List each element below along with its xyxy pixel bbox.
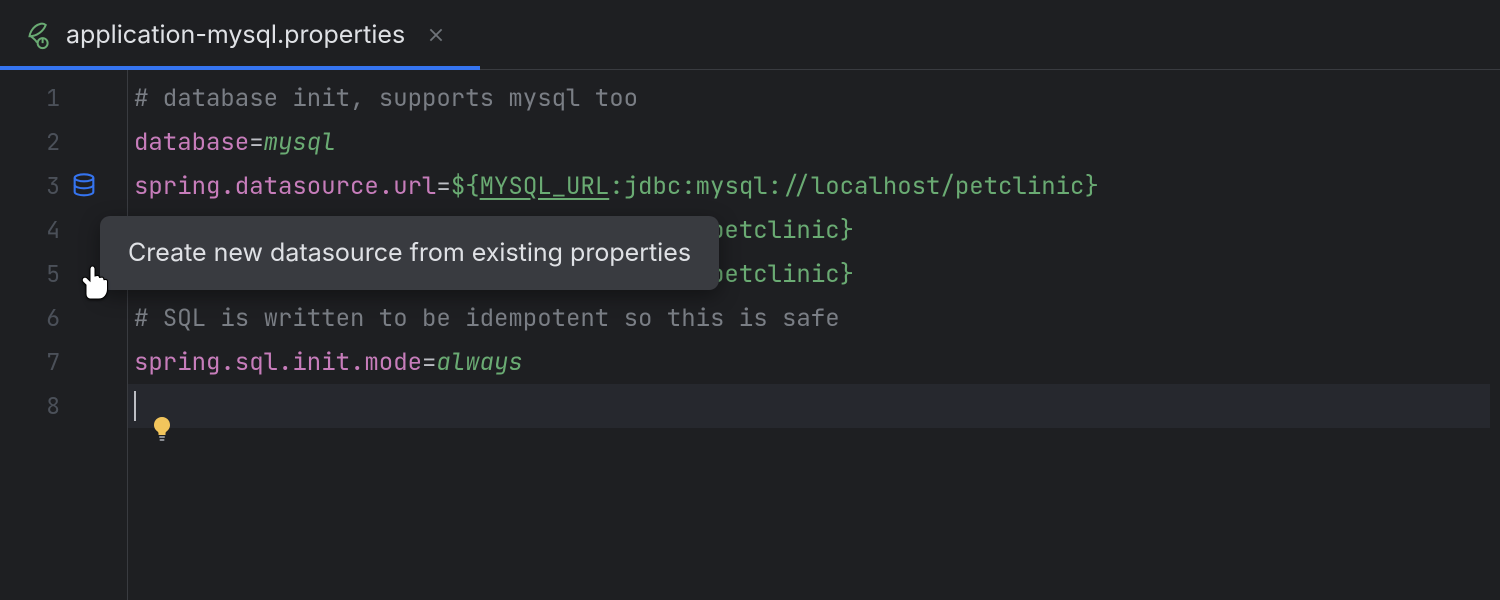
token-comment: # SQL is written to be idempotent so thi… bbox=[134, 303, 840, 334]
gutter: 1 2 3 4 5 6 7 8 bbox=[0, 70, 128, 600]
code-area[interactable]: # database init, supports mysql too datab… bbox=[128, 70, 1500, 600]
code-line[interactable]: # SQL is written to be idempotent so thi… bbox=[128, 296, 1500, 340]
token-br: } bbox=[840, 215, 854, 246]
line-number: 4 bbox=[0, 215, 60, 245]
caret bbox=[134, 391, 136, 421]
file-tab[interactable]: application-mysql.properties bbox=[0, 0, 465, 69]
token-key: database bbox=[134, 127, 249, 158]
line-number: 3 bbox=[0, 171, 60, 201]
gutter-row: 8 bbox=[0, 384, 127, 428]
line-number: 2 bbox=[0, 127, 60, 157]
gutter-row: 1 bbox=[0, 76, 127, 120]
code-line[interactable] bbox=[128, 384, 1490, 428]
code-line[interactable]: spring.sql.init.mode=always bbox=[128, 340, 1500, 384]
token-key: spring.datasource.url bbox=[134, 171, 436, 202]
code-line[interactable]: spring.datasource.url=${MYSQL_URL:jdbc:m… bbox=[128, 164, 1500, 208]
gutter-row: 2 bbox=[0, 120, 127, 164]
token-val: mysql bbox=[264, 127, 336, 158]
gutter-row: 7 bbox=[0, 340, 127, 384]
token-col: : bbox=[609, 171, 623, 202]
gutter-tooltip: Create new datasource from existing prop… bbox=[100, 216, 719, 290]
token-val-plain: jdbc:mysql://localhost/petclinic bbox=[624, 171, 1085, 202]
line-number: 8 bbox=[0, 391, 60, 421]
line-number: 6 bbox=[0, 303, 60, 333]
tab-bar: application-mysql.properties bbox=[0, 0, 1500, 70]
close-icon[interactable] bbox=[427, 26, 445, 44]
gutter-row: 6 bbox=[0, 296, 127, 340]
token-br: ${ bbox=[451, 171, 480, 202]
lightbulb-icon[interactable] bbox=[150, 415, 174, 443]
token-env: MYSQL_URL bbox=[480, 171, 610, 202]
token-br: } bbox=[1084, 171, 1098, 202]
token-br: } bbox=[840, 259, 854, 290]
line-number: 7 bbox=[0, 347, 60, 377]
tab-title: application-mysql.properties bbox=[66, 20, 405, 50]
token-eq: = bbox=[436, 171, 450, 202]
code-line[interactable]: # database init, supports mysql too bbox=[128, 76, 1500, 120]
line-number: 5 bbox=[0, 259, 60, 289]
code-line[interactable]: database=mysql bbox=[128, 120, 1500, 164]
line-number: 1 bbox=[0, 83, 60, 113]
token-eq: = bbox=[249, 127, 263, 158]
token-val-plain: petclinic bbox=[710, 215, 840, 246]
token-key: spring.sql.init.mode bbox=[134, 347, 422, 378]
token-eq: = bbox=[422, 347, 436, 378]
tooltip-text: Create new datasource from existing prop… bbox=[128, 238, 691, 268]
database-icon[interactable] bbox=[70, 172, 98, 200]
token-comment: # database init, supports mysql too bbox=[134, 83, 638, 114]
token-val: always bbox=[436, 347, 522, 378]
spring-power-icon bbox=[22, 20, 52, 50]
gutter-row: 3 bbox=[0, 164, 127, 208]
editor[interactable]: 1 2 3 4 5 6 7 8 # database init, supports mysql… bbox=[0, 70, 1500, 600]
token-val-plain: petclinic bbox=[710, 259, 840, 290]
